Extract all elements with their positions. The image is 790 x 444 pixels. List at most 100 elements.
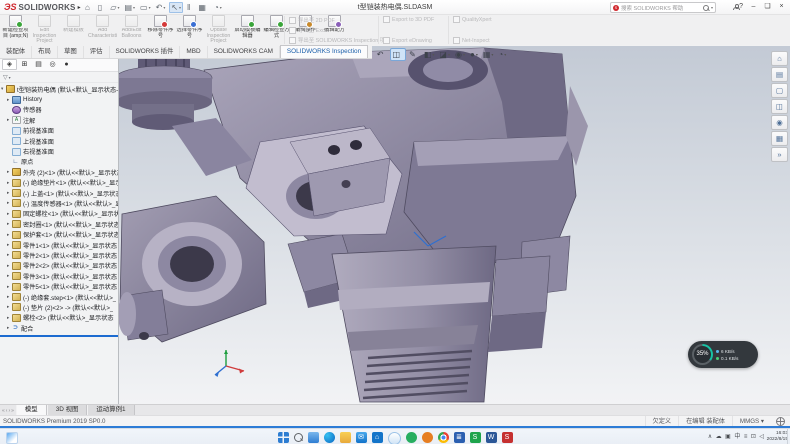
command-tab[interactable]: 评估 bbox=[84, 46, 110, 58]
export-link[interactable]: 导出至 Excel bbox=[289, 26, 379, 34]
solidworks-icon[interactable]: S bbox=[502, 432, 513, 443]
ribbon-button[interactable]: Add/Edit Balloons bbox=[117, 14, 146, 45]
task-view-icon[interactable] bbox=[308, 432, 319, 443]
tree-filter-row[interactable]: ▽ ▾ bbox=[0, 72, 118, 83]
word-icon[interactable]: W bbox=[486, 432, 497, 443]
home-icon[interactable]: ⌂▾ bbox=[84, 2, 94, 13]
hide-show-items-icon[interactable]: ◉▾ bbox=[453, 48, 466, 61]
view-settings-icon[interactable]: ◔▾ bbox=[497, 48, 508, 61]
custom-properties-icon[interactable]: ▦ bbox=[771, 131, 788, 146]
ribbon-button[interactable]: Update Inspection Project bbox=[204, 14, 233, 45]
command-tab[interactable]: 草图 bbox=[58, 46, 84, 58]
forum-icon[interactable]: » bbox=[771, 147, 788, 162]
graphics-area[interactable]: ▣▾⊞▾↶▾◫▾✎▾◧▾◪▾◉▾●▾▦▾◔▾ ⌂▤▢◫◉▦» 35% 6 KB/… bbox=[118, 46, 790, 404]
command-tab[interactable]: 布局 bbox=[32, 46, 58, 58]
tree-item[interactable]: ▸ 零件5<1> (默认<<默认>_显示状态 bbox=[0, 281, 118, 291]
login-user-icon[interactable] bbox=[733, 4, 738, 9]
command-tab[interactable]: SOLIDWORKS Inspection bbox=[280, 45, 368, 58]
tree-item[interactable]: ▸ A 注解 bbox=[0, 115, 118, 125]
tree-item[interactable]: ▸ 上视基准面 bbox=[0, 136, 118, 146]
reader-icon[interactable]: ≣ bbox=[454, 432, 465, 443]
filter-funnel-icon[interactable]: ▽ bbox=[3, 74, 8, 81]
tree-item[interactable]: ▸ (-) 温度传感器<1> (默认<<默认>_显 bbox=[0, 198, 118, 208]
export-link[interactable]: QualityXpert bbox=[453, 16, 513, 23]
tree-item[interactable]: ▸ 保护套<1> (默认<<默认>_显示状态 bbox=[0, 229, 118, 239]
tree-item[interactable]: ▸ 零件3<1> (默认<<默认>_显示状态 bbox=[0, 271, 118, 281]
tray-expand-icon[interactable]: ∧ bbox=[708, 431, 712, 443]
first-tab-icon[interactable]: « bbox=[2, 408, 5, 414]
tree-item[interactable]: ▸ (-) 上盖<1> (默认<<默认>_显示状态 bbox=[0, 188, 118, 198]
restore-button[interactable]: ❏ bbox=[761, 1, 774, 13]
open-icon[interactable]: ▱▾ bbox=[109, 2, 120, 13]
search-icon[interactable] bbox=[703, 5, 709, 11]
tree-item[interactable]: ▸ 传感器 bbox=[0, 105, 118, 115]
tree-item[interactable]: ▸ 零件1<1> (默认<<默认>_显示状态 1 bbox=[0, 240, 118, 250]
ribbon-button[interactable]: 启动模板编辑器 bbox=[233, 14, 262, 45]
notes-icon[interactable]: S bbox=[470, 432, 481, 443]
propertymanager-tab[interactable]: ⊞ bbox=[18, 59, 31, 70]
export-link[interactable]: Export eDrawing bbox=[383, 37, 449, 44]
command-tab[interactable]: 装配体 bbox=[0, 46, 32, 58]
solidworks-resources-icon[interactable]: ⌂ bbox=[771, 51, 788, 66]
minimize-button[interactable]: – bbox=[747, 1, 760, 13]
tree-item[interactable]: ▸ (-) 绝缘套.step<1> (默认<<默认>_ bbox=[0, 292, 118, 302]
tree-item[interactable]: ▸ 零件2<2> (默认<<默认>_显示状态 bbox=[0, 261, 118, 271]
export-link[interactable]: 导出至 2D PDF bbox=[289, 16, 379, 24]
apply-scene-icon[interactable]: ▦▾ bbox=[481, 48, 495, 61]
ime-language-indicator[interactable]: 中 bbox=[734, 431, 740, 443]
ribbon-button[interactable]: Add Characteristic bbox=[88, 14, 117, 45]
tree-item[interactable]: ▸ History bbox=[0, 94, 118, 104]
featuremanager-tree-tab[interactable]: ◈ bbox=[2, 59, 17, 70]
chrome-icon[interactable] bbox=[438, 432, 449, 443]
annotation-view-icon[interactable]: ✎▾ bbox=[408, 48, 421, 61]
view-palette-icon[interactable]: ◫ bbox=[771, 99, 788, 114]
design-library-icon[interactable]: ▤ bbox=[771, 67, 788, 82]
browser-icon[interactable] bbox=[422, 432, 433, 443]
globe-icon[interactable] bbox=[776, 417, 785, 426]
command-tab[interactable]: SOLIDWORKS 插件 bbox=[110, 46, 181, 58]
close-button[interactable]: × bbox=[775, 1, 788, 13]
start-icon[interactable] bbox=[278, 432, 289, 443]
section-view-icon[interactable]: ◫▾ bbox=[390, 48, 406, 61]
volume-icon[interactable]: ◁ bbox=[759, 431, 764, 443]
undo-icon[interactable]: ↶▾ bbox=[155, 2, 167, 13]
dimxpertmanager-tab[interactable]: ◎ bbox=[46, 59, 59, 70]
tree-item[interactable]: ▸ 右视基准面 bbox=[0, 146, 118, 156]
tree-item[interactable]: ▸ 密封圈<1> (默认<<默认>_显示状态 bbox=[0, 219, 118, 229]
tree-item[interactable]: ▸ ⊃ 配合 bbox=[0, 323, 118, 333]
export-link[interactable]: 导出至 SOLIDWORKS Inspection 项目 bbox=[289, 36, 379, 44]
tree-root-item[interactable]: ▾ t型铠装热电偶 (默认<默认_显示状态-1>) bbox=[0, 84, 118, 94]
tree-item[interactable]: ▸ 外壳 (2)<1> (默认<<默认>_显示状态 bbox=[0, 167, 118, 177]
command-tab[interactable]: MBD bbox=[180, 46, 207, 58]
onedrive-icon[interactable] bbox=[388, 432, 401, 444]
tree-item[interactable]: ▸ 固定螺栓<1> (默认<<默认>_显示状 bbox=[0, 209, 118, 219]
wechat-icon[interactable] bbox=[406, 432, 417, 443]
view-orientation-icon[interactable]: ◧▾ bbox=[422, 48, 436, 61]
display-settings-icon[interactable]: ▦▾ bbox=[197, 2, 210, 13]
taskbar-clock[interactable]: 16:03 2022/8/15 bbox=[767, 431, 788, 443]
search-caret-icon[interactable]: ▾ bbox=[711, 5, 713, 10]
new-document-icon[interactable]: ▯▾ bbox=[97, 2, 106, 13]
file-explorer-icon[interactable] bbox=[340, 432, 351, 443]
security-icon[interactable]: ▣ bbox=[725, 431, 731, 443]
ribbon-button[interactable]: 新建模板 bbox=[59, 14, 88, 45]
rollback-bar[interactable] bbox=[0, 335, 118, 337]
tree-item[interactable]: ▸ 螺栓<2> (默认<<默认>_显示状态 bbox=[0, 313, 118, 323]
display-style-icon[interactable]: ◪▾ bbox=[438, 48, 452, 61]
edge-icon[interactable] bbox=[324, 432, 335, 443]
prev-tab-icon[interactable]: ‹ bbox=[6, 408, 8, 414]
menu-expand-icon[interactable]: ▸ bbox=[78, 4, 83, 11]
last-tab-icon[interactable]: » bbox=[11, 408, 14, 414]
filter-caret-icon[interactable]: ▾ bbox=[9, 75, 11, 80]
appearances-icon[interactable]: ◉ bbox=[771, 115, 788, 130]
tree-item[interactable]: ▸ 零件2<1> (默认<<默认>_显示状态 bbox=[0, 250, 118, 260]
tree-item[interactable]: ▸ (-) 垫片 (2)<2> -> (默认<<默认>_ bbox=[0, 302, 118, 312]
search-icon[interactable] bbox=[294, 433, 303, 442]
save-icon[interactable]: ▤▾ bbox=[123, 2, 136, 13]
previous-view-icon[interactable]: ↶▾ bbox=[375, 48, 388, 61]
file-explorer-icon[interactable]: ▢ bbox=[771, 83, 788, 98]
search-box[interactable]: S 搜索 SOLIDWORKS 帮助 ▾ bbox=[610, 2, 716, 13]
ribbon-button[interactable]: 新建检查项目 (amp;N) bbox=[1, 14, 30, 45]
command-tab[interactable]: SOLIDWORKS CAM bbox=[208, 46, 280, 58]
tree-item[interactable]: ▸ (-) 绝缘垫片<1> (默认<<默认>_显示 bbox=[0, 178, 118, 188]
